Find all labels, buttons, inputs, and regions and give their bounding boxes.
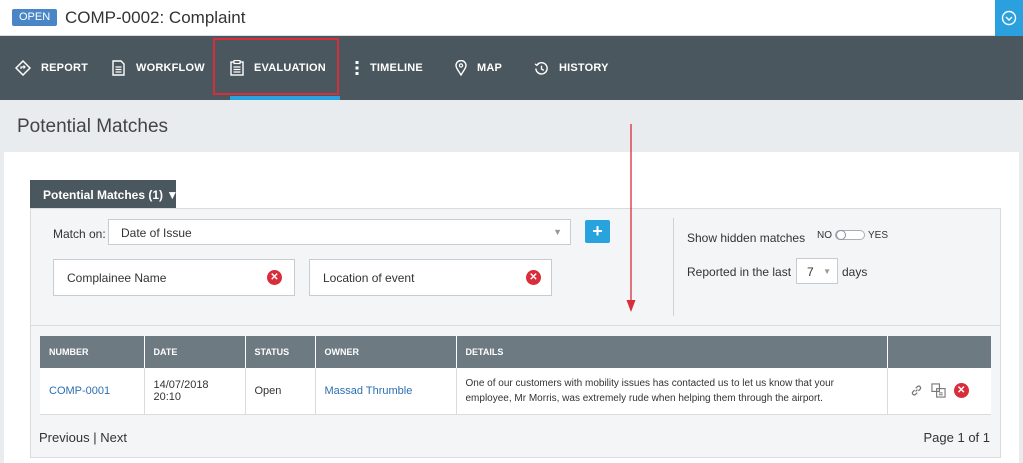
dropdown-arrow-icon: ▼ <box>553 227 562 237</box>
potential-matches-tab[interactable]: Potential Matches (1) ▼ <box>30 180 178 209</box>
column-header-details[interactable]: DETAILS <box>456 336 888 368</box>
cell-number: COMP-0001 <box>40 368 145 415</box>
tab-map-label: MAP <box>477 62 503 74</box>
page-info: Page 1 of 1 <box>923 430 991 445</box>
history-icon <box>534 61 548 75</box>
dismiss-match-icon[interactable]: ✕ <box>953 383 969 399</box>
toggle-yes-label: YES <box>868 230 889 241</box>
days-value: 7 <box>807 265 814 279</box>
tab-timeline[interactable]: TIMELINE <box>354 36 423 100</box>
show-hidden-label: Show hidden matches <box>687 231 806 245</box>
days-select[interactable]: 7 ▼ <box>796 258 838 284</box>
link-icon[interactable] <box>910 384 923 397</box>
next-page-link[interactable]: Next <box>100 430 127 445</box>
tab-history-label: HISTORY <box>559 62 609 74</box>
tab-evaluation-label: EVALUATION <box>254 62 326 74</box>
table-row: COMP-0001 14/07/2018 20:10 Open Massad T… <box>40 368 991 415</box>
page-title: Potential Matches <box>17 116 169 137</box>
reported-label: Reported in the last <box>687 265 792 279</box>
tab-history[interactable]: HISTORY <box>534 36 609 100</box>
pagination: Previous | Next <box>39 430 127 445</box>
tab-report-label: REPORT <box>41 62 89 74</box>
filter-label: Complainee Name <box>67 271 167 285</box>
document-icon <box>112 60 125 76</box>
vertical-dots-icon <box>355 61 359 75</box>
tab-workflow[interactable]: WORKFLOW <box>111 36 205 100</box>
row-actions: ✕ <box>897 383 983 399</box>
cell-owner: Massad Thrumble <box>315 368 457 415</box>
map-pin-icon <box>455 60 467 76</box>
record-title: COMP-0002: Complaint <box>65 8 246 27</box>
column-header-date[interactable]: DATE <box>144 336 246 368</box>
record-header: OPEN COMP-0002: Complaint <box>0 0 1023 36</box>
diamond-direction-icon <box>15 60 31 76</box>
tab-map[interactable]: MAP <box>455 36 502 100</box>
dropdown-arrow-icon: ▼ <box>823 267 831 276</box>
clipboard-icon <box>230 60 244 76</box>
match-on-value: Date of Issue <box>121 226 192 240</box>
status-badge: OPEN <box>12 9 58 26</box>
tab-evaluation[interactable]: EVALUATION <box>230 36 340 100</box>
column-header-actions <box>887 336 991 368</box>
days-suffix: days <box>842 265 868 279</box>
panel-divider <box>673 218 674 316</box>
chevron-down-circle-icon <box>1001 10 1017 26</box>
potential-matches-panel <box>30 208 1001 458</box>
owner-link[interactable]: Massad Thrumble <box>325 385 413 397</box>
cell-date: 14/07/2018 20:10 <box>144 368 246 415</box>
tab-navigation: REPORT WORKFLOW EVALUATION TIMELINE MAP <box>0 36 1023 100</box>
add-match-field-button[interactable]: + <box>585 220 610 243</box>
previous-page-link[interactable]: Previous <box>39 430 90 445</box>
cell-actions: ✕ <box>887 368 991 415</box>
cell-details: One of our customers with mobility issue… <box>456 368 888 415</box>
remove-filter-icon[interactable]: ✕ <box>267 270 282 285</box>
pager-separator: | <box>93 430 97 445</box>
column-header-number[interactable]: NUMBER <box>40 336 145 368</box>
merge-icon[interactable] <box>931 383 946 398</box>
match-on-label: Match on: <box>53 227 106 241</box>
column-header-owner[interactable]: OWNER <box>315 336 457 368</box>
filter-complainee-name: Complainee Name ✕ <box>53 259 295 296</box>
toggle-no-label: NO <box>817 230 832 241</box>
column-header-status[interactable]: STATUS <box>245 336 316 368</box>
collapse-button[interactable] <box>995 0 1023 36</box>
show-hidden-toggle[interactable] <box>835 230 865 240</box>
cell-status: Open <box>245 368 316 415</box>
remove-filter-icon[interactable]: ✕ <box>526 270 541 285</box>
tab-workflow-label: WORKFLOW <box>136 62 205 74</box>
record-number-link[interactable]: COMP-0001 <box>49 385 110 397</box>
filter-location-of-event: Location of event ✕ <box>309 259 552 296</box>
page-heading: Potential Matches <box>0 100 1023 152</box>
match-on-select[interactable]: Date of Issue ▼ <box>108 219 571 245</box>
toggle-knob <box>836 230 846 240</box>
tab-timeline-label: TIMELINE <box>370 62 423 74</box>
section-divider <box>31 325 1000 326</box>
matches-table: NUMBER DATE STATUS OWNER DETAILS COMP-00… <box>40 336 991 415</box>
table-header-row: NUMBER DATE STATUS OWNER DETAILS <box>40 336 991 368</box>
filter-label: Location of event <box>323 271 415 285</box>
tab-report[interactable]: REPORT <box>15 36 88 100</box>
